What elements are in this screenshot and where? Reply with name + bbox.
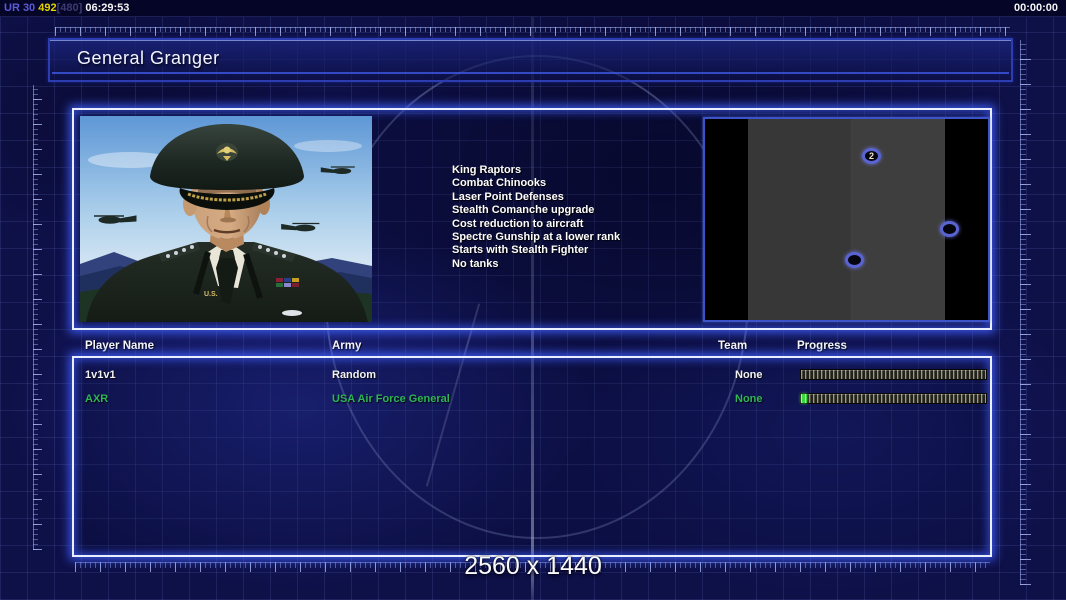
- column-header-team: Team: [718, 340, 748, 352]
- player-team: None: [735, 369, 763, 381]
- ability-item: No tanks: [452, 257, 499, 270]
- resolution-watermark: 2560 x 1440: [464, 552, 602, 580]
- us-collar-pin: U.S.: [204, 291, 218, 298]
- page-title: General Granger: [77, 48, 220, 68]
- load-progress-bar: [800, 393, 987, 404]
- player-table-header: Player Name Army Team Progress: [0, 340, 1066, 354]
- ability-item: Combat Chinooks: [452, 177, 547, 190]
- loading-screen: UR 30 492[480] 06:29:53 00:00:00 General…: [0, 0, 1066, 600]
- map-preview: 2: [703, 117, 990, 322]
- elapsed-time: 06:29:53: [82, 2, 130, 14]
- ability-item: Cost reduction to aircraft: [452, 217, 584, 230]
- load-progress-fill: [801, 394, 807, 403]
- game-timer: 00:00:00: [1013, 2, 1058, 14]
- status-bar: UR 30 492[480] 06:29:53 00:00:00: [0, 0, 1066, 17]
- player-name: 1v1v1: [85, 369, 116, 381]
- network-fps-readout: UR 30 492[480] 06:29:53: [4, 0, 129, 16]
- ability-item: King Raptors: [452, 164, 522, 176]
- ruler-right: [1020, 40, 1031, 585]
- general-portrait: U.S.: [80, 116, 372, 322]
- title-box: General Granger: [48, 38, 1013, 82]
- fps-value: 492: [38, 2, 57, 14]
- ruler-top: [55, 27, 1010, 36]
- update-rate-label: UR 30: [4, 2, 39, 14]
- ruler-left: [33, 85, 42, 550]
- start-position-marker: [845, 252, 864, 268]
- player-name: AXR: [85, 393, 109, 405]
- player-team: None: [735, 393, 763, 405]
- player-army: Random: [332, 369, 376, 381]
- ability-item: Stealth Comanche upgrade: [452, 204, 595, 217]
- player-army: USA Air Force General: [332, 393, 450, 405]
- player-row: 1v1v1 Random None: [72, 366, 992, 384]
- ability-item: Laser Point Defenses: [452, 190, 564, 203]
- load-progress-bar: [800, 369, 987, 380]
- ability-item: Starts with Stealth Fighter: [452, 244, 589, 257]
- ability-item: Spectre Gunship at a lower rank: [452, 231, 621, 244]
- column-header-player-name: Player Name: [85, 340, 155, 352]
- column-header-army: Army: [332, 340, 362, 352]
- player-row: AXR USA Air Force General None: [72, 390, 992, 408]
- fps-cap: [480]: [56, 2, 83, 14]
- start-position-marker: [940, 221, 959, 237]
- player-list-panel: [72, 356, 992, 557]
- general-portrait-image: U.S.: [80, 116, 372, 322]
- column-header-progress: Progress: [797, 340, 847, 352]
- start-position-marker: 2: [862, 148, 881, 164]
- map-terrain-area: 2: [748, 119, 959, 320]
- general-abilities-list: King Raptors Combat Chinooks Laser Point…: [452, 164, 620, 271]
- cap-eagle-emblem: [216, 143, 238, 161]
